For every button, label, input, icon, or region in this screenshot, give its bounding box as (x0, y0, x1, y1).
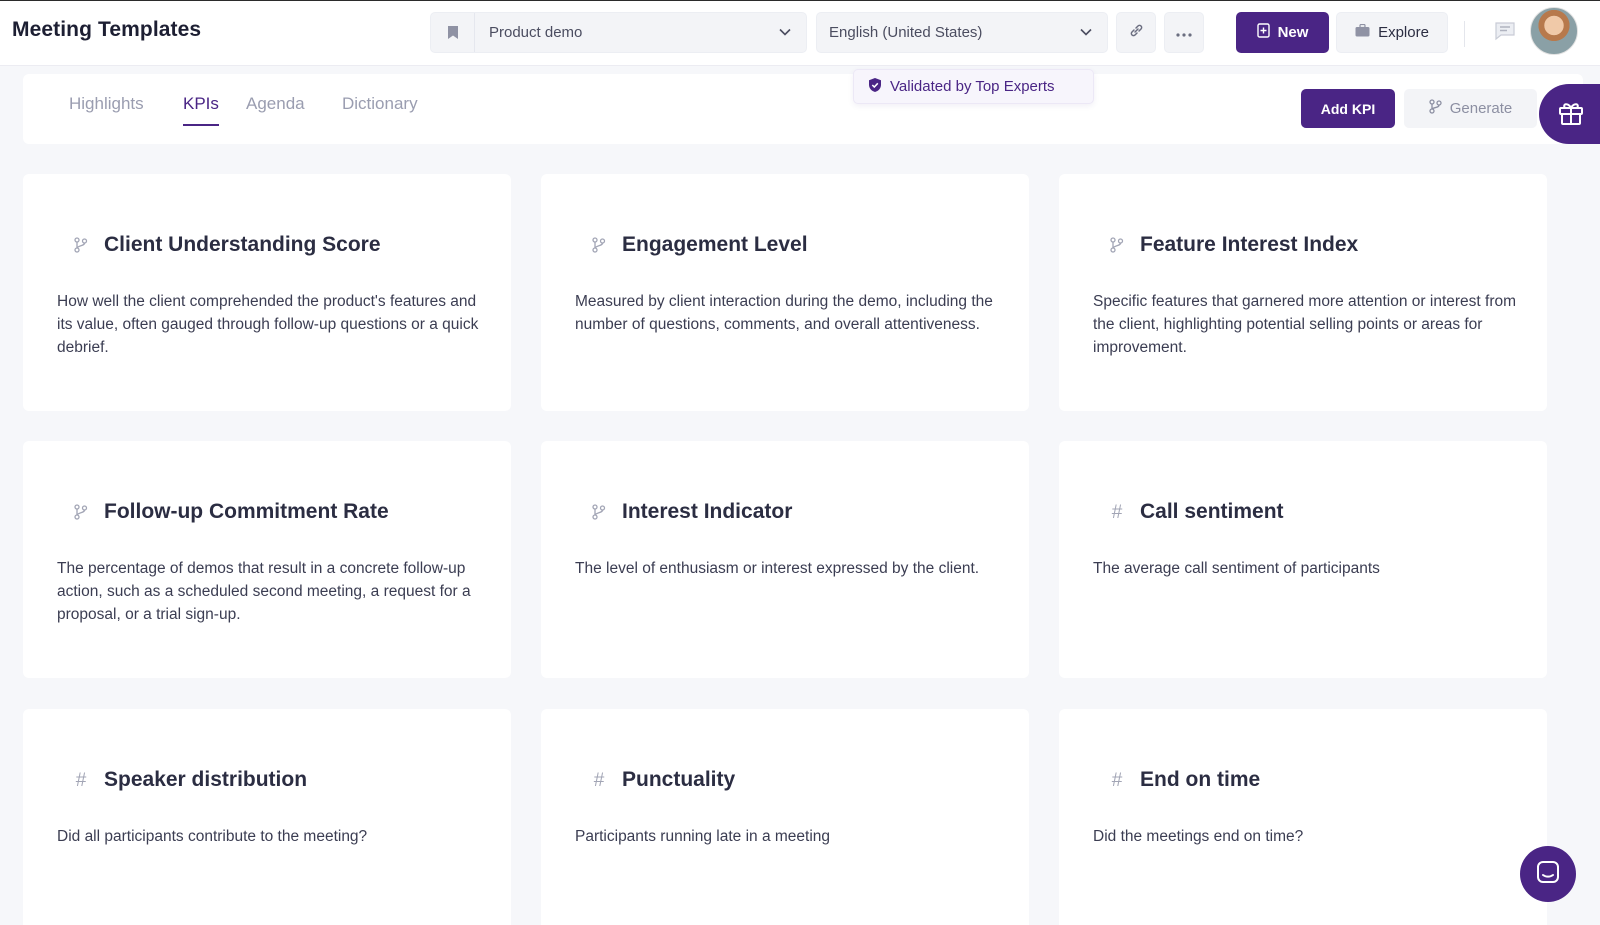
feedback-button[interactable] (1494, 21, 1516, 46)
kpi-card[interactable]: # Punctuality Participants running late … (541, 709, 1029, 925)
kpi-description: Participants running late in a meeting (575, 828, 831, 845)
language-select[interactable]: English (United States) (816, 12, 1108, 53)
kpi-card[interactable]: # Speaker distribution Did all participa… (23, 709, 511, 925)
kpi-card[interactable]: Follow-up Commitment Rate The percentage… (23, 441, 511, 678)
branch-icon (73, 237, 89, 255)
copy-link-button[interactable] (1116, 12, 1156, 53)
generate-button[interactable]: Generate (1404, 89, 1537, 128)
kpi-title: Feature Interest Index (1140, 233, 1359, 256)
shield-check-icon (868, 77, 882, 97)
branch-icon (591, 504, 607, 522)
kpi-title: Call sentiment (1140, 500, 1284, 523)
top-bar: Meeting Templates Product demo English (… (0, 0, 1600, 66)
kpi-title: Punctuality (622, 768, 736, 791)
language-select-value: English (United States) (829, 24, 983, 41)
kpi-title: Interest Indicator (622, 500, 793, 523)
chat-icon (1536, 860, 1560, 889)
branch-icon (73, 504, 89, 522)
generate-button-label: Generate (1449, 100, 1513, 117)
explore-button-label: Explore (1378, 24, 1429, 41)
chevron-down-icon (1079, 25, 1093, 44)
kpi-card[interactable]: Client Understanding Score How well the … (23, 174, 511, 411)
kpi-description: The average call sentiment of participan… (1093, 560, 1380, 577)
tab-agenda[interactable]: Agenda (246, 94, 305, 114)
message-icon (1494, 22, 1516, 45)
new-file-icon (1256, 23, 1270, 42)
kpi-card[interactable]: Feature Interest Index Specific features… (1059, 174, 1547, 411)
validated-badge: Validated by Top Experts (853, 69, 1094, 104)
branch-icon (1429, 99, 1442, 118)
support-chat-button[interactable] (1520, 846, 1576, 902)
hash-icon: # (593, 770, 605, 791)
template-select[interactable]: Product demo (430, 12, 807, 53)
kpi-title: End on time (1140, 768, 1261, 791)
hash-icon: # (75, 770, 87, 791)
kpi-description: The percentage of demos that result in a… (57, 560, 471, 623)
tab-kpis[interactable]: KPIs (183, 94, 219, 126)
hash-icon: # (1111, 502, 1123, 523)
kpi-description: Did the meetings end on time? (1093, 828, 1304, 845)
kpi-description: Specific features that garnered more att… (1093, 293, 1517, 356)
kpi-description: The level of enthusiasm or interest expr… (575, 560, 980, 577)
kpi-title: Client Understanding Score (104, 233, 381, 256)
page-title: Meeting Templates (12, 18, 202, 41)
briefcase-icon (1355, 23, 1370, 41)
bookmark-icon (431, 13, 475, 52)
validated-badge-label: Validated by Top Experts (890, 78, 1055, 95)
hash-icon: # (1111, 770, 1123, 791)
branch-icon (1109, 237, 1125, 255)
add-kpi-button[interactable]: Add KPI (1301, 89, 1395, 128)
tab-highlights[interactable]: Highlights (69, 94, 144, 114)
kpi-card[interactable]: # Call sentiment The average call sentim… (1059, 441, 1547, 678)
tab-dictionary[interactable]: Dictionary (342, 94, 418, 114)
kpi-title: Engagement Level (622, 233, 808, 256)
kpi-description: How well the client comprehended the pro… (57, 293, 479, 356)
kpi-description: Did all participants contribute to the m… (57, 828, 368, 845)
more-options-button[interactable] (1164, 12, 1204, 53)
kpi-title: Speaker distribution (104, 768, 308, 791)
kpi-card[interactable]: Interest Indicator The level of enthusia… (541, 441, 1029, 678)
chevron-down-icon (778, 25, 792, 44)
explore-button[interactable]: Explore (1336, 12, 1448, 53)
link-icon (1129, 23, 1144, 43)
kpi-card[interactable]: # End on time Did the meetings end on ti… (1059, 709, 1547, 925)
kpi-description: Measured by client interaction during th… (575, 293, 993, 333)
gift-icon (1557, 98, 1585, 131)
new-template-button[interactable]: New (1236, 12, 1329, 53)
kpi-title: Follow-up Commitment Rate (104, 500, 389, 523)
kpi-card[interactable]: Engagement Level Measured by client inte… (541, 174, 1029, 411)
branch-icon (591, 237, 607, 255)
gift-button[interactable] (1539, 84, 1600, 144)
user-avatar[interactable] (1530, 7, 1578, 55)
ellipsis-icon (1176, 24, 1192, 42)
template-select-value: Product demo (489, 24, 583, 41)
header-divider (1464, 21, 1465, 47)
new-button-label: New (1277, 24, 1309, 41)
